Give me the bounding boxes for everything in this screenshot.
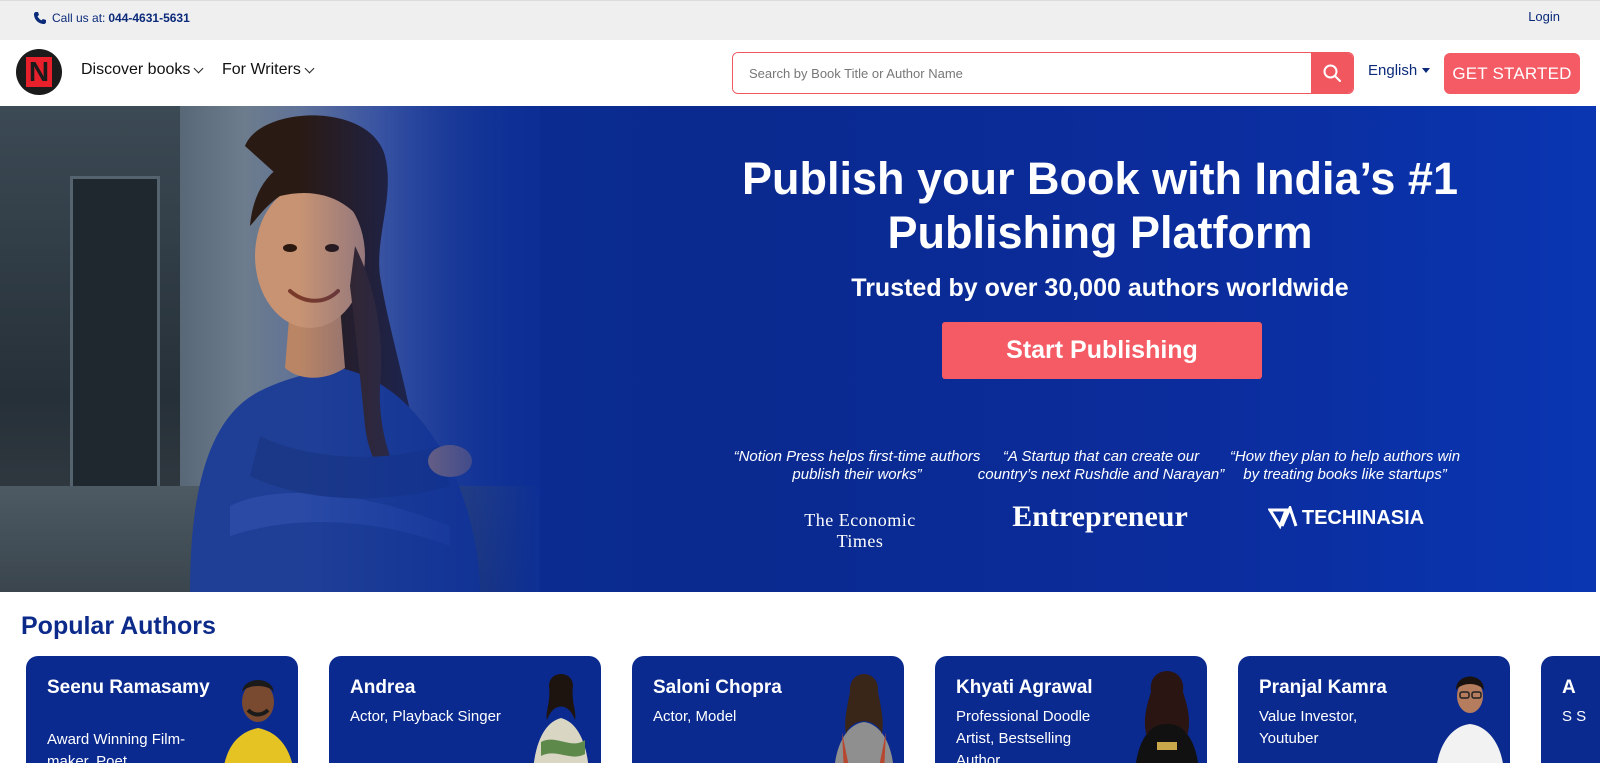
author-name: Seenu Ramasamy xyxy=(47,677,210,698)
language-selector[interactable]: English xyxy=(1368,62,1431,79)
phone-icon xyxy=(34,12,46,24)
author-photo xyxy=(533,674,589,763)
hero-title-line1: Publish your Book with India’s #1 xyxy=(742,153,1458,204)
author-name: Andrea xyxy=(350,677,416,698)
photo-fade-overlay xyxy=(300,106,540,592)
techinasia-wordmark: TECHINASIA xyxy=(1301,506,1425,529)
author-photo xyxy=(834,674,894,763)
author-name: Khyati Agrawal xyxy=(956,677,1093,698)
author-card[interactable]: Seenu Ramasamy Award Winning Film-maker,… xyxy=(26,656,298,763)
author-role: Professional Doodle Artist, Bestselling … xyxy=(956,708,1091,763)
press-quote: “How they plan to help authors win by tr… xyxy=(1229,448,1461,483)
author-role: Value Investor, Youtuber xyxy=(1259,708,1358,747)
press-quote: “A Startup that can create our country’s… xyxy=(977,448,1225,483)
nav-for-writers[interactable]: For Writers xyxy=(222,61,315,79)
author-role: Award Winning Film-maker, Poet xyxy=(47,731,186,763)
hero-photo xyxy=(0,106,540,592)
press-quote: “Notion Press helps first-time authors p… xyxy=(733,448,981,483)
entrepreneur-logo: Entrepreneur xyxy=(1012,500,1188,533)
author-carousel: Seenu Ramasamy Award Winning Film-maker,… xyxy=(0,656,1600,763)
chevron-down-icon xyxy=(304,63,315,73)
get-started-button[interactable]: GET STARTED xyxy=(1444,53,1580,94)
techinasia-logo: TECHINASIA xyxy=(1266,506,1426,530)
logo-letter: N xyxy=(26,57,52,87)
author-card[interactable]: Pranjal Kamra Value Investor, Youtuber xyxy=(1238,656,1510,763)
author-photo xyxy=(224,680,293,763)
author-role: Actor, Playback Singer xyxy=(350,708,501,725)
hero-title: Publish your Book with India’s #1 Publis… xyxy=(700,152,1500,260)
search-input[interactable] xyxy=(733,53,1311,93)
main-header: N Discover books For Writers English GET… xyxy=(0,40,1600,106)
author-card[interactable]: A S S xyxy=(1541,656,1600,763)
start-publishing-button[interactable]: Start Publishing xyxy=(942,322,1262,379)
author-name: Saloni Chopra xyxy=(653,677,782,698)
login-link[interactable]: Login xyxy=(1528,9,1560,24)
author-photo xyxy=(1135,671,1199,763)
author-card[interactable]: Khyati Agrawal Professional Doodle Artis… xyxy=(935,656,1207,763)
hero-banner: Publish your Book with India’s #1 Publis… xyxy=(0,106,1596,592)
nav-discover-books[interactable]: Discover books xyxy=(81,61,204,79)
popular-authors-heading: Popular Authors xyxy=(21,612,216,640)
author-card[interactable]: Saloni Chopra Actor, Model xyxy=(632,656,904,763)
author-name: A xyxy=(1562,677,1576,698)
search-icon xyxy=(1323,64,1341,82)
author-card[interactable]: Andrea Actor, Playback Singer xyxy=(329,656,601,763)
hero-subtitle: Trusted by over 30,000 authors worldwide xyxy=(851,274,1349,302)
search-bar xyxy=(732,52,1354,94)
caret-down-icon xyxy=(1422,68,1431,73)
language-label: English xyxy=(1368,62,1418,79)
chevron-down-icon xyxy=(193,63,204,73)
top-utility-bar: Call us at: 044-4631-5631 Login xyxy=(0,0,1600,40)
author-name: Pranjal Kamra xyxy=(1259,677,1387,698)
techinasia-icon xyxy=(1267,506,1298,530)
call-us[interactable]: Call us at: 044-4631-5631 xyxy=(32,10,190,26)
author-role: S S xyxy=(1562,708,1587,725)
nav-label: Discover books xyxy=(81,61,191,78)
background-window xyxy=(70,176,160,496)
hero-title-line2: Publishing Platform xyxy=(887,207,1313,258)
call-label: Call us at: xyxy=(52,11,106,25)
economic-times-logo: The Economic Times xyxy=(804,510,916,551)
author-role: Actor, Model xyxy=(653,708,737,725)
phone-number[interactable]: 044-4631-5631 xyxy=(108,11,189,25)
nav-label: For Writers xyxy=(222,61,301,78)
site-logo[interactable]: N xyxy=(16,49,62,95)
search-button[interactable] xyxy=(1311,53,1353,93)
author-photo xyxy=(1437,676,1503,763)
